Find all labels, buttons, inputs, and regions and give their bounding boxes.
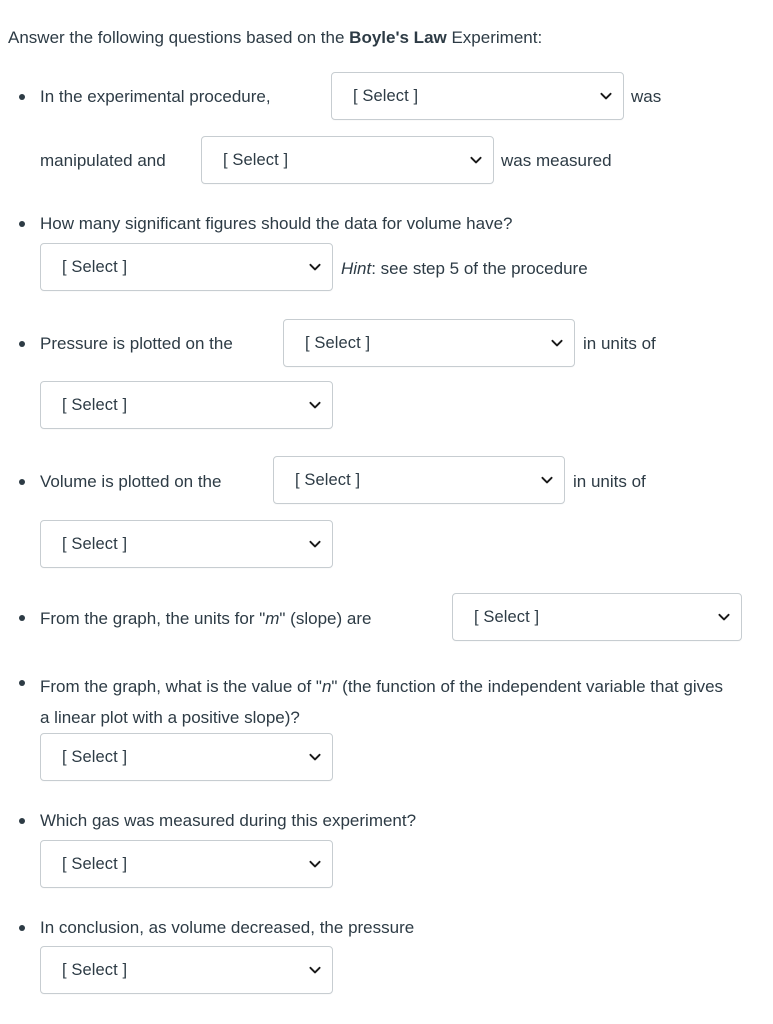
select-value: [ Select ] (295, 470, 361, 489)
q4-trail-text: in units of (573, 472, 646, 491)
select-manipulated-variable[interactable]: [ Select ] (331, 72, 624, 120)
q1-was-text: was (631, 87, 662, 106)
question-page: Answer the following questions based on … (0, 0, 773, 1024)
q6-prompt-a: From the graph, what is the value of " (40, 677, 322, 696)
select-value: [ Select ] (62, 534, 128, 553)
q2-prompt: How many significant figures should the … (40, 214, 513, 233)
select-value: [ Select ] (353, 86, 419, 105)
chevron-down-icon (550, 336, 564, 350)
bullet-dot-icon (19, 818, 25, 824)
chevron-down-icon (308, 260, 322, 274)
q1-lead-text: In the experimental procedure, (40, 87, 271, 106)
q6-variable-n: n (321, 677, 332, 696)
q3-trail-text: in units of (583, 334, 656, 353)
questions-list: In the experimental procedure, [ Select … (0, 0, 773, 1024)
q4-lead-text: Volume is plotted on the (40, 472, 222, 491)
q2-hint-text: : see step 5 of the procedure (371, 259, 588, 278)
q5-prompt: From the graph, the units for "m" (slope… (40, 606, 371, 632)
select-volume-units[interactable]: [ Select ] (40, 520, 333, 568)
bullet-dot-icon (19, 680, 25, 686)
q2-hint: Hint: see step 5 of the procedure (341, 256, 588, 282)
chevron-down-icon (717, 610, 731, 624)
select-pressure-units[interactable]: [ Select ] (40, 381, 333, 429)
select-value: [ Select ] (62, 747, 128, 766)
chevron-down-icon (540, 473, 554, 487)
chevron-down-icon (308, 398, 322, 412)
select-conclusion[interactable]: [ Select ] (40, 946, 333, 994)
bullet-dot-icon (19, 479, 25, 485)
q5-lead-b: " (slope) are (279, 609, 372, 628)
select-value-of-n[interactable]: [ Select ] (40, 733, 333, 781)
select-value: [ Select ] (474, 607, 540, 626)
q8-prompt: In conclusion, as volume decreased, the … (40, 918, 415, 937)
chevron-down-icon (308, 750, 322, 764)
chevron-down-icon (599, 89, 613, 103)
select-volume-axis[interactable]: [ Select ] (273, 456, 565, 504)
q5-lead-a: From the graph, the units for " (40, 609, 266, 628)
select-measured-variable[interactable]: [ Select ] (201, 136, 494, 184)
q2-hint-label: Hint (341, 259, 372, 278)
select-value: [ Select ] (62, 395, 128, 414)
select-value: [ Select ] (62, 960, 128, 979)
bullet-dot-icon (19, 221, 25, 227)
q5-variable-m: m (265, 609, 280, 628)
q1-was-measured-text: was measured (501, 151, 612, 170)
chevron-down-icon (308, 857, 322, 871)
select-significant-figures[interactable]: [ Select ] (40, 243, 333, 291)
q3-lead-text: Pressure is plotted on the (40, 334, 233, 353)
q7-prompt: Which gas was measured during this exper… (40, 811, 417, 830)
select-pressure-axis[interactable]: [ Select ] (283, 319, 575, 367)
chevron-down-icon (469, 153, 483, 167)
select-gas-measured[interactable]: [ Select ] (40, 840, 333, 888)
chevron-down-icon (308, 963, 322, 977)
bullet-dot-icon (19, 615, 25, 621)
bullet-dot-icon (19, 94, 25, 100)
bullet-dot-icon (19, 925, 25, 931)
select-value: [ Select ] (305, 333, 371, 352)
select-value: [ Select ] (223, 150, 289, 169)
q6-prompt: From the graph, what is the value of "n"… (40, 671, 730, 733)
select-value: [ Select ] (62, 257, 128, 276)
bullet-dot-icon (19, 341, 25, 347)
q1-manipulated-text: manipulated and (40, 151, 166, 170)
select-value: [ Select ] (62, 854, 128, 873)
chevron-down-icon (308, 537, 322, 551)
select-slope-units[interactable]: [ Select ] (452, 593, 742, 641)
